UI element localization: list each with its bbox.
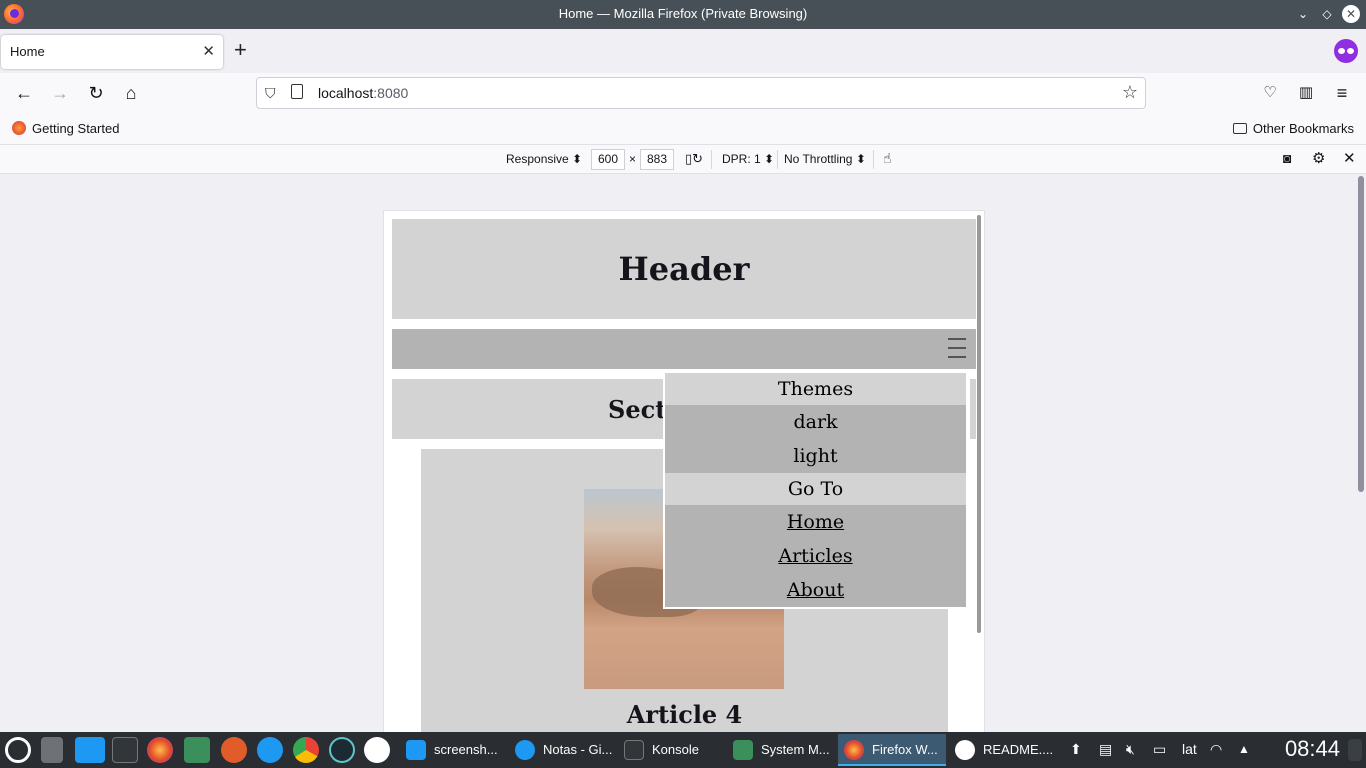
task-system-monitor[interactable]: System M... (727, 734, 833, 766)
back-icon[interactable]: ← (12, 81, 36, 105)
minimize-icon[interactable]: ⌄ (1294, 5, 1312, 23)
new-tab-icon[interactable]: + (234, 39, 247, 61)
bookmarks-toolbar: Getting Started Other Bookmarks (0, 113, 1366, 145)
task-notas[interactable]: Notas - Gi... (509, 734, 615, 766)
tray-expand-icon[interactable]: ▲ (1238, 742, 1250, 756)
other-bookmarks-folder[interactable]: Other Bookmarks (1232, 121, 1354, 136)
window-title: Home — Mozilla Firefox (Private Browsing… (558, 6, 808, 21)
tab-bar: Home ✕ + (0, 29, 1366, 73)
system-monitor-icon[interactable] (184, 737, 210, 763)
window-titlebar: Home — Mozilla Firefox (Private Browsing… (0, 0, 1366, 29)
theme-dark-option[interactable]: dark (665, 405, 966, 439)
hamburger-menu-icon[interactable] (948, 338, 966, 360)
dimension-separator: × (629, 152, 637, 166)
maximize-icon[interactable]: ◇ (1318, 5, 1336, 23)
dpr-selector[interactable]: DPR: 1 ⬍ (722, 152, 774, 166)
volume-muted-icon[interactable]: 🔇︎ (1126, 741, 1135, 758)
scrollbar-thumb[interactable] (1358, 176, 1364, 492)
app-launcher-icon[interactable] (5, 737, 31, 763)
home-link[interactable]: Home (665, 505, 966, 539)
clipboard-icon[interactable]: ▤ (1099, 741, 1112, 758)
viewport-width-input[interactable]: 600 (591, 149, 625, 170)
firefox-icon[interactable] (147, 737, 173, 763)
responsive-design-toolbar: Responsive ⬍ 600 × 883 ▯↻ DPR: 1 ⬍ No Th… (0, 145, 1366, 174)
close-window-icon[interactable]: ✕ (1342, 5, 1360, 23)
about-link[interactable]: About (665, 573, 966, 607)
tracking-shield-icon[interactable]: ⛉ (265, 85, 276, 102)
nav-dropdown-menu: Themes dark light Go To Home Articles Ab… (665, 373, 966, 607)
touch-simulation-icon[interactable]: ☝ (883, 150, 892, 167)
wifi-icon[interactable]: ◠ (1210, 741, 1222, 758)
menu-icon[interactable]: ≡ (1330, 81, 1354, 105)
device-scrollbar[interactable] (977, 215, 981, 633)
screenshot-icon[interactable]: ◙ (1283, 150, 1291, 166)
kate-icon[interactable] (41, 737, 63, 763)
url-text[interactable]: localhost:8080 (318, 85, 408, 101)
show-desktop-icon[interactable] (1348, 739, 1362, 761)
article-title: Article 4 (626, 700, 743, 729)
battery-icon[interactable]: ▭ (1153, 741, 1166, 758)
private-browsing-icon (1334, 39, 1358, 63)
clock[interactable]: 08:44 (1285, 736, 1340, 762)
burp-icon[interactable] (221, 737, 247, 763)
discover-icon[interactable] (257, 737, 283, 763)
keyboard-layout[interactable]: lat (1182, 741, 1197, 757)
goto-heading: Go To (665, 473, 966, 505)
close-tab-icon[interactable]: ✕ (202, 42, 215, 60)
tab-label: Home (10, 44, 45, 59)
url-bar[interactable]: ⛉ localhost:8080 ☆ (256, 77, 1146, 109)
sidebar-icon[interactable]: ▥ (1294, 81, 1318, 105)
chrome-icon[interactable] (293, 737, 319, 763)
updates-icon[interactable]: ⬆ (1070, 741, 1082, 758)
reload-icon[interactable]: ↻ (84, 81, 108, 105)
forward-icon[interactable]: → (48, 81, 72, 105)
page-scrollbar[interactable] (1356, 174, 1366, 732)
ghostwriter-icon[interactable] (364, 737, 390, 763)
throttling-selector[interactable]: No Throttling ⬍ (784, 152, 866, 166)
home-icon[interactable]: ⌂ (119, 81, 143, 105)
folder-icon (1232, 123, 1247, 134)
bookmark-star-icon[interactable]: ☆ (1122, 82, 1138, 103)
task-screenshot[interactable]: screensh... (400, 734, 506, 766)
task-firefox[interactable]: Firefox W... (838, 734, 946, 766)
page-info-icon[interactable] (291, 84, 303, 99)
navigation-toolbar: ← → ↻ ⌂ ⛉ localhost:8080 ☆ ♡ ▥ ≡ (0, 73, 1366, 113)
close-rdm-icon[interactable]: ✕ (1343, 149, 1356, 167)
firefox-favicon-icon (12, 121, 26, 135)
task-readme[interactable]: README.... (949, 734, 1055, 766)
bookmark-getting-started[interactable]: Getting Started (12, 121, 119, 136)
viewport-height-input[interactable]: 883 (640, 149, 674, 170)
terminal-icon[interactable] (112, 737, 138, 763)
file-manager-icon[interactable] (75, 737, 105, 763)
settings-gear-icon[interactable]: ⚙ (1312, 149, 1325, 167)
section-edge (970, 379, 976, 439)
themes-heading: Themes (665, 373, 966, 405)
device-selector[interactable]: Responsive ⬍ (506, 152, 582, 166)
tab-home[interactable]: Home ✕ (1, 35, 223, 69)
pocket-icon[interactable]: ♡ (1258, 81, 1282, 105)
task-konsole[interactable]: Konsole (618, 734, 724, 766)
site-header-title: Header (618, 250, 750, 288)
theme-light-option[interactable]: light (665, 439, 966, 473)
site-nav (392, 329, 976, 369)
site-header: Header (392, 219, 976, 319)
articles-link[interactable]: Articles (665, 539, 966, 573)
taskbar: screensh... Notas - Gi... Konsole System… (0, 732, 1366, 768)
gitkraken-icon[interactable] (329, 737, 355, 763)
rotate-viewport-icon[interactable]: ▯↻ (685, 151, 703, 167)
